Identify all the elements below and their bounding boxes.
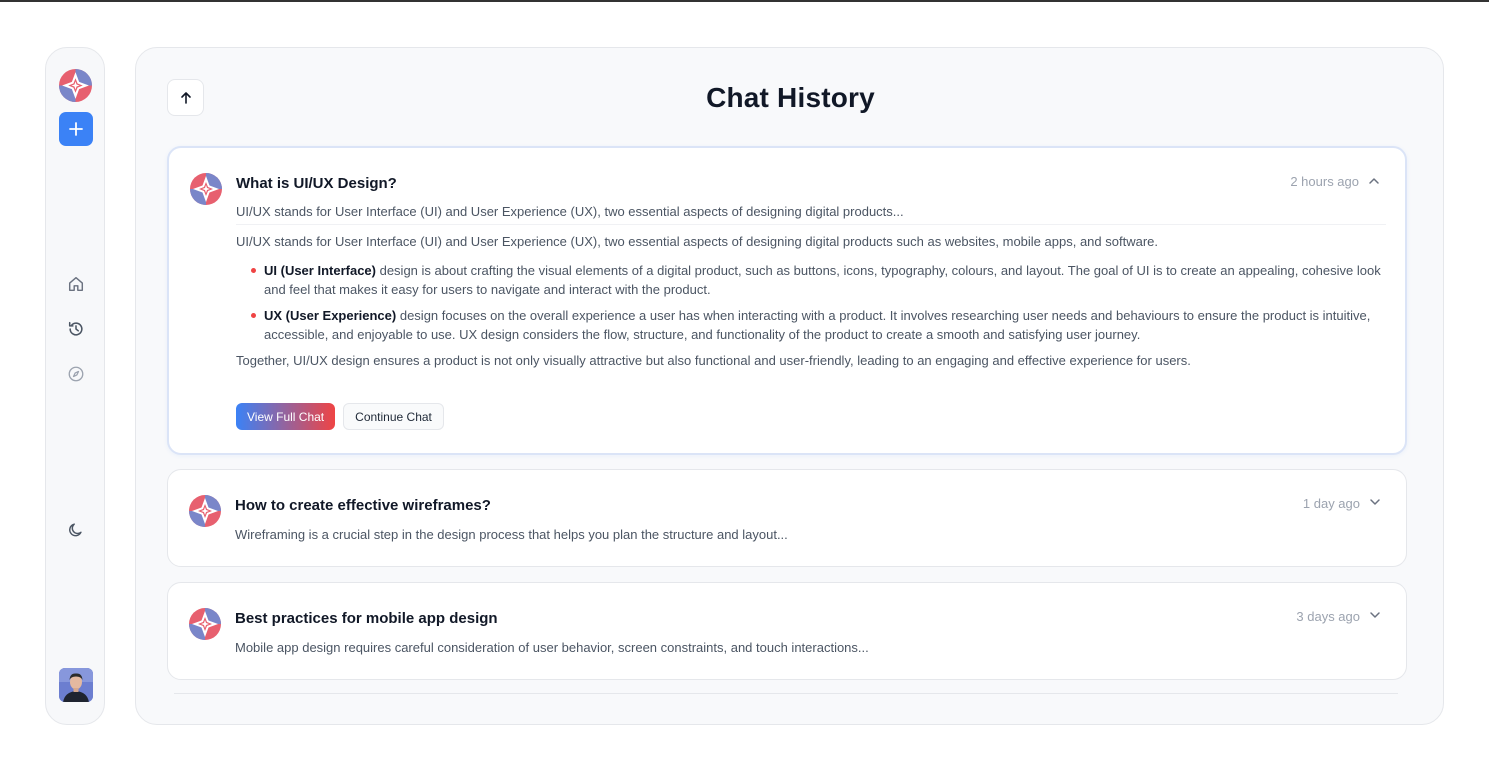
chat-logo-icon [189, 495, 221, 527]
moon-icon [69, 523, 82, 537]
chat-actions: View Full Chat Continue Chat [236, 403, 444, 430]
point-text: design is about crafting the visual elem… [264, 263, 1381, 297]
history-icon [68, 321, 83, 336]
detail-intro: UI/UX stands for User Interface (UI) and… [236, 234, 1158, 249]
brand-logo-icon[interactable] [59, 69, 92, 102]
plus-icon [69, 122, 83, 136]
point-term: UX (User Experience) [264, 308, 397, 323]
sidebar-item-home[interactable] [66, 274, 86, 294]
list-item: UX (User Experience) design focuses on t… [236, 306, 1386, 344]
list-item: UI (User Interface) design is about craf… [236, 261, 1386, 299]
new-chat-button[interactable] [59, 112, 93, 146]
detail-conclusion: Together, UI/UX design ensures a product… [236, 353, 1191, 368]
list-end-divider [174, 693, 1398, 694]
chat-title[interactable]: What is UI/UX Design? [236, 175, 397, 192]
chat-detail: UI/UX stands for User Interface (UI) and… [236, 224, 1386, 370]
user-avatar[interactable] [59, 668, 93, 702]
page-title: Chat History [706, 82, 875, 113]
chat-snippet: UI/UX stands for User Interface (UI) and… [236, 204, 904, 219]
home-icon [68, 276, 84, 292]
user-photo [59, 668, 93, 702]
chat-card[interactable]: How to create effective wireframes? 1 da… [167, 469, 1407, 567]
sidebar-item-history[interactable] [66, 319, 86, 339]
detail-points: UI (User Interface) design is about craf… [236, 261, 1386, 344]
compass-icon [68, 366, 84, 382]
chat-title[interactable]: How to create effective wireframes? [235, 497, 491, 514]
chat-snippet: Mobile app design requires careful consi… [235, 640, 869, 655]
chat-card[interactable]: Best practices for mobile app design 3 d… [167, 582, 1407, 680]
point-term: UI (User Interface) [264, 263, 376, 278]
chat-logo-icon [189, 608, 221, 640]
chevron-up-icon[interactable] [1367, 174, 1381, 188]
chat-logo-icon [190, 173, 222, 205]
chat-timestamp: 1 day ago [1302, 496, 1360, 511]
sidebar-item-explore[interactable] [66, 364, 86, 384]
detail-divider [236, 224, 1386, 225]
window-top-border [0, 0, 1489, 2]
chat-timestamp: 3 days ago [1296, 609, 1360, 624]
point-text: design focuses on the overall experience… [264, 308, 1371, 342]
chevron-down-icon[interactable] [1368, 608, 1382, 622]
theme-toggle[interactable] [66, 520, 86, 540]
chat-timestamp: 2 hours ago [1290, 174, 1359, 189]
chat-snippet: Wireframing is a crucial step in the des… [235, 527, 788, 542]
continue-chat-button[interactable]: Continue Chat [343, 403, 444, 430]
chat-title[interactable]: Best practices for mobile app design [235, 610, 498, 627]
sidebar [45, 47, 105, 725]
chat-card-expanded[interactable]: What is UI/UX Design? 2 hours ago UI/UX … [167, 146, 1407, 455]
view-full-chat-button[interactable]: View Full Chat [236, 403, 336, 430]
main-panel: Chat History What is UI/UX Design? 2 hou… [135, 47, 1444, 725]
chevron-down-icon[interactable] [1368, 495, 1382, 509]
